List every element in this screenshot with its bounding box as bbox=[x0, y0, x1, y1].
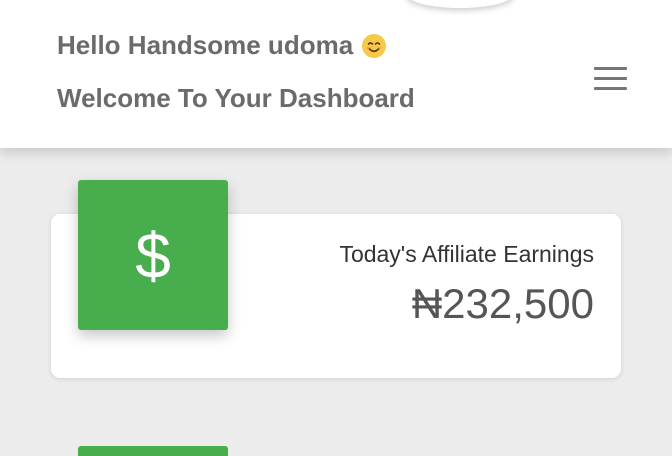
header-top-edge bbox=[405, 0, 515, 8]
greeting-line: Hello Handsome udoma bbox=[57, 30, 387, 61]
menu-bar-top bbox=[594, 67, 627, 70]
dollar-sign-icon: $ bbox=[78, 180, 228, 330]
greeting-text: Hello Handsome udoma bbox=[57, 30, 354, 60]
earnings-title: Today's Affiliate Earnings bbox=[339, 241, 594, 267]
earnings-value: ₦232,500 bbox=[411, 280, 594, 327]
menu-bar-middle bbox=[594, 77, 627, 80]
menu-bar-bottom bbox=[594, 87, 627, 90]
dashboard-header: Hello Handsome udoma Welcome To Your Das… bbox=[0, 0, 672, 148]
smiling-face-icon bbox=[361, 33, 387, 59]
hamburger-menu-icon[interactable] bbox=[588, 62, 634, 96]
next-card-icon-peek bbox=[78, 446, 228, 456]
dollar-glyph: $ bbox=[135, 220, 171, 290]
welcome-text: Welcome To Your Dashboard bbox=[57, 83, 415, 113]
